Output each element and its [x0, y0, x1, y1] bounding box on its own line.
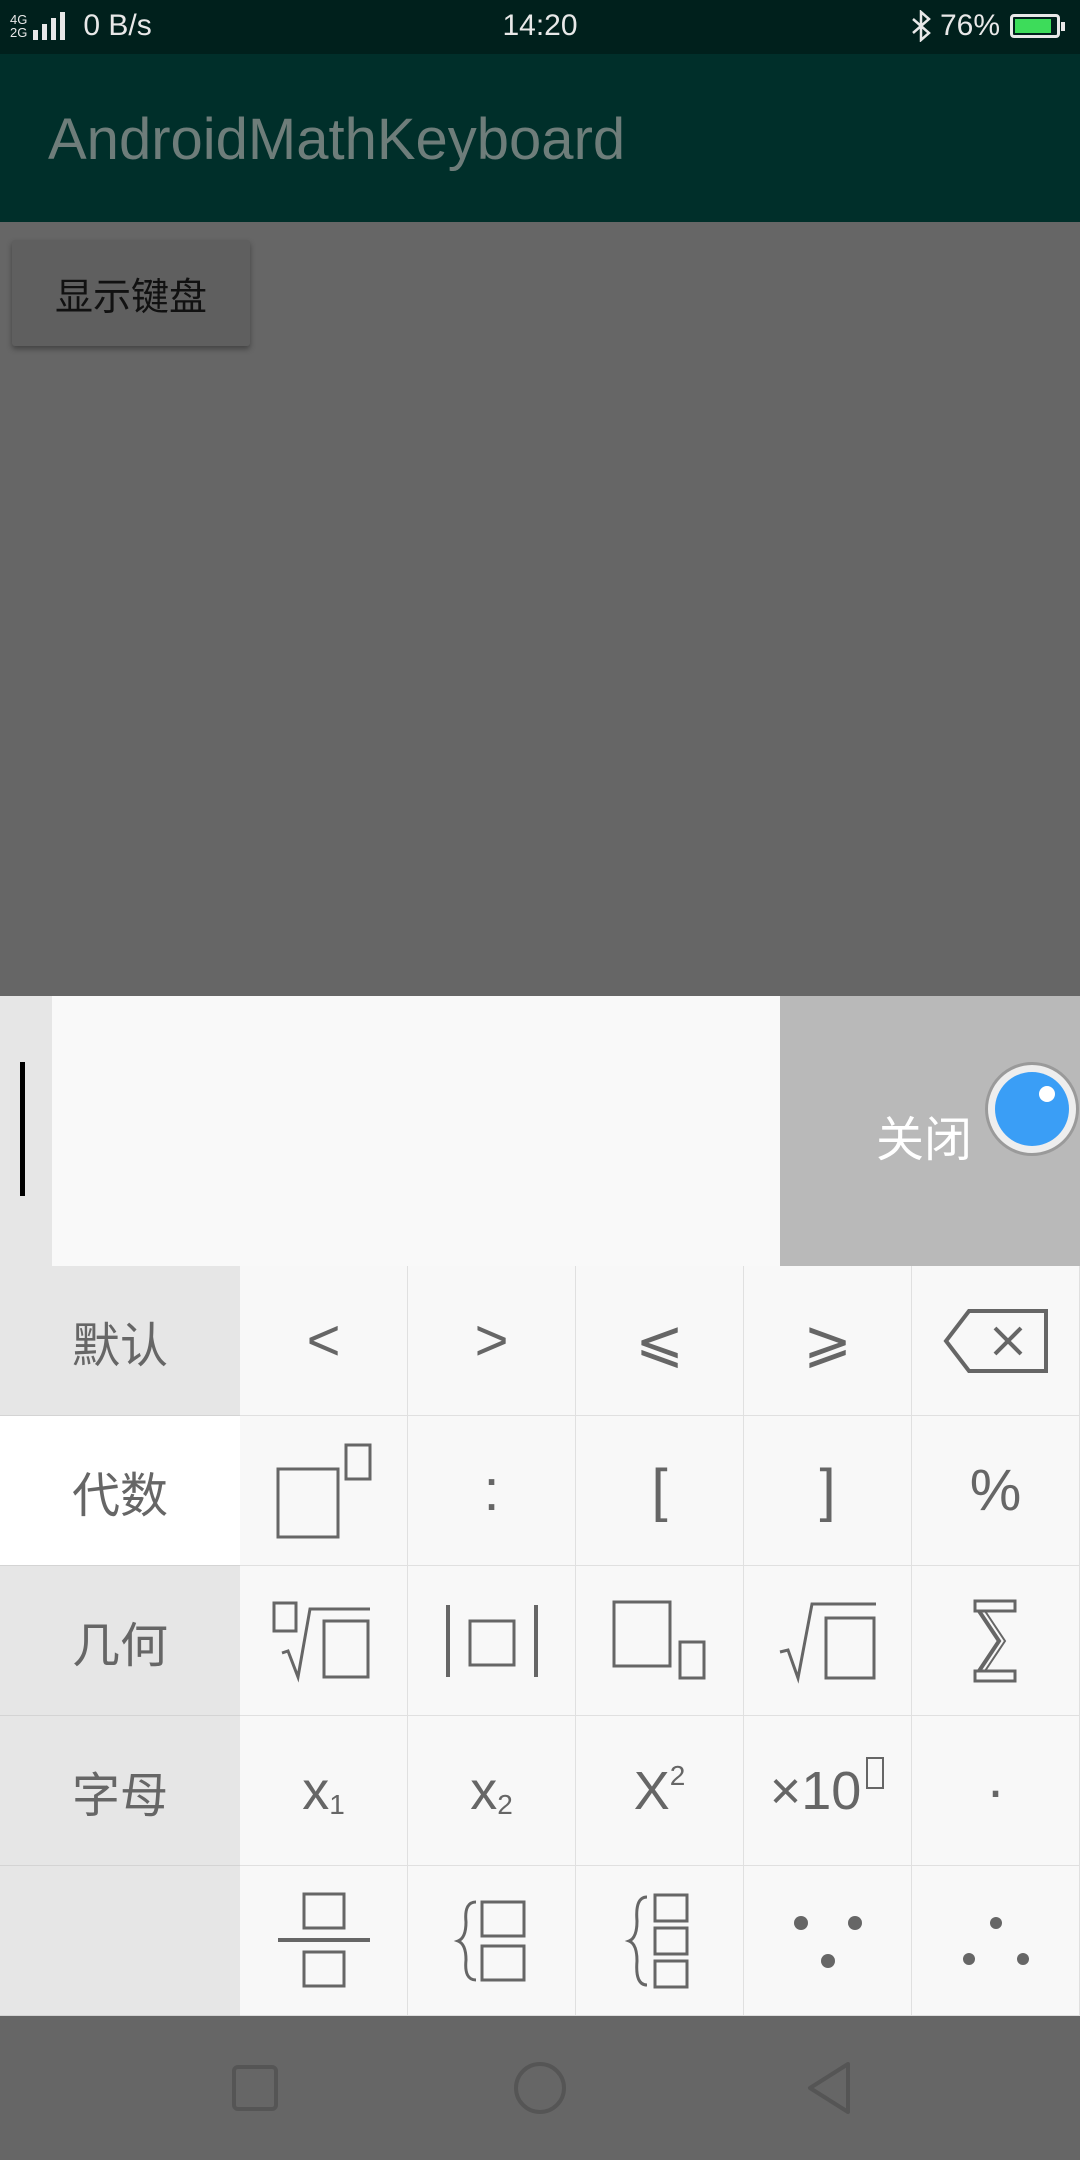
key-times-ten-power[interactable]: ×10	[744, 1716, 912, 1866]
key-less-equal-label: ⩽	[635, 1306, 684, 1375]
category-geometry[interactable]: 几何	[0, 1566, 240, 1716]
power-template-icon	[276, 1443, 371, 1538]
math-input-field[interactable]	[52, 996, 780, 1266]
nav-recents-button[interactable]	[185, 2016, 325, 2160]
close-keyboard-label[interactable]: 关闭	[876, 1100, 972, 1170]
square-root-icon	[779, 1602, 876, 1684]
key-nth-root[interactable]	[240, 1566, 408, 1716]
app-bar: AndroidMathKeyboard	[0, 54, 1080, 222]
because-icon	[793, 1915, 862, 1968]
key-percent[interactable]: %	[912, 1416, 1080, 1566]
key-system-three[interactable]	[576, 1866, 744, 2016]
key-left-bracket[interactable]: [	[576, 1416, 744, 1566]
system-two-equations-icon	[453, 1900, 525, 1981]
nth-root-icon	[272, 1601, 370, 1683]
key-x-sub-2-index: 2	[497, 1788, 513, 1820]
text-cursor	[20, 1062, 25, 1196]
key-x-squared[interactable]: X2	[576, 1716, 744, 1866]
key-delete[interactable]	[912, 1266, 1080, 1416]
home-icon	[514, 2062, 566, 2114]
category-empty	[0, 1866, 240, 2016]
key-dot-label: ·	[985, 1758, 1006, 1823]
key-greater-equal-label: ⩾	[803, 1306, 852, 1375]
key-less-equal[interactable]: ⩽	[576, 1266, 744, 1416]
category-algebra[interactable]: 代数	[0, 1416, 240, 1566]
category-default[interactable]: 默认	[0, 1266, 240, 1416]
backspace-icon	[942, 1308, 1048, 1373]
key-because[interactable]	[744, 1866, 912, 2016]
close-knob-icon	[995, 1072, 1069, 1146]
key-x-sub-2-base: x	[470, 1760, 498, 1821]
math-input-area: 关闭	[0, 996, 1080, 1266]
exponent-box-icon	[866, 1756, 885, 1789]
key-greater-than-label: >	[474, 1308, 509, 1373]
key-less-than[interactable]: <	[240, 1266, 408, 1416]
back-icon	[808, 2062, 850, 2114]
battery-percent: 76%	[939, 9, 1000, 42]
key-absolute[interactable]	[408, 1566, 576, 1716]
key-power[interactable]	[240, 1416, 408, 1566]
key-system-two[interactable]	[408, 1866, 576, 2016]
close-keyboard-button[interactable]	[985, 1062, 1079, 1156]
show-keyboard-button[interactable]: 显示键盘	[12, 240, 250, 346]
key-fraction[interactable]	[240, 1866, 408, 2016]
key-right-bracket-label: ]	[819, 1458, 836, 1523]
input-gutter	[0, 996, 52, 1266]
recents-icon	[232, 2065, 278, 2111]
key-greater-equal[interactable]: ⩾	[744, 1266, 912, 1416]
status-bar: 4G 2G 0 B/s 14:20 76%	[0, 0, 1080, 54]
key-x-sub-1-base: x	[302, 1760, 330, 1821]
key-therefore[interactable]	[912, 1866, 1080, 2016]
category-letters[interactable]: 字母	[0, 1716, 240, 1866]
key-x-sub-1-index: 1	[329, 1788, 345, 1820]
key-left-bracket-label: [	[651, 1458, 668, 1523]
app-title: AndroidMathKeyboard	[48, 107, 626, 172]
key-less-than-label: <	[306, 1308, 341, 1373]
key-sum[interactable]	[912, 1566, 1080, 1716]
fraction-icon	[277, 1892, 370, 1987]
system-three-equations-icon	[624, 1893, 688, 1988]
absolute-value-icon	[445, 1604, 538, 1677]
key-x-squared-exponent: 2	[669, 1759, 686, 1791]
key-times-ten-label: ×10	[769, 1760, 862, 1821]
key-x-sub-2[interactable]: x2	[408, 1716, 576, 1866]
key-colon[interactable]: :	[408, 1416, 576, 1566]
navigation-bar	[0, 2016, 1080, 2160]
battery-icon	[1010, 14, 1065, 38]
subscript-template-icon	[612, 1600, 705, 1679]
key-x-squared-base: X	[633, 1760, 670, 1821]
key-percent-label: %	[969, 1458, 1022, 1523]
key-colon-label: :	[483, 1458, 500, 1523]
key-sqrt[interactable]	[744, 1566, 912, 1716]
summation-icon	[973, 1599, 1016, 1682]
nav-home-button[interactable]	[470, 2016, 610, 2160]
nav-back-button[interactable]	[760, 2016, 900, 2160]
key-dot[interactable]: ·	[912, 1716, 1080, 1866]
therefore-icon	[962, 1916, 1029, 1965]
key-right-bracket[interactable]: ]	[744, 1416, 912, 1566]
key-greater-than[interactable]: >	[408, 1266, 576, 1416]
math-keyboard: 默认 代数 几何 字母 < > ⩽ ⩾ : [ ] % x 1 x 2 X 2 …	[0, 1266, 1080, 2016]
key-x-sub-1[interactable]: x1	[240, 1716, 408, 1866]
bluetooth-icon	[912, 10, 931, 42]
key-subscript-box[interactable]	[576, 1566, 744, 1716]
